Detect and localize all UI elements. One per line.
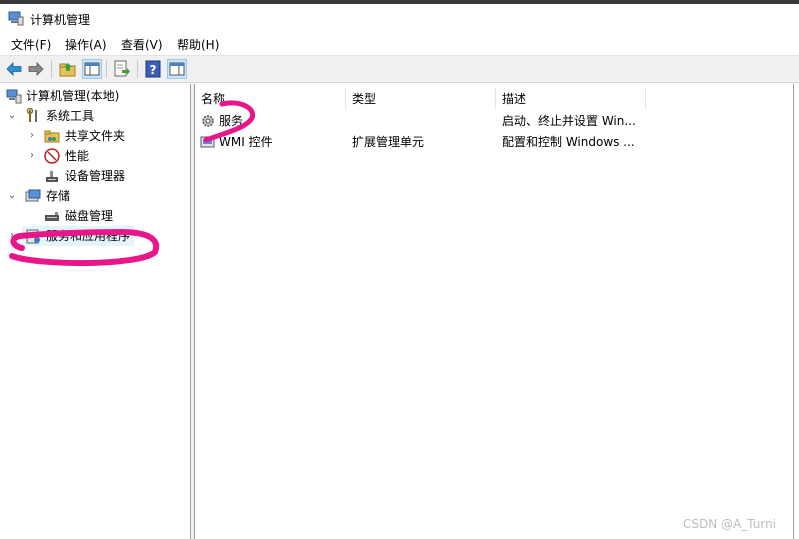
column-header-type[interactable]: 类型 bbox=[346, 88, 496, 110]
show-action-pane-icon bbox=[169, 62, 185, 76]
toolbar-separator bbox=[51, 60, 52, 78]
tree-label: 系统工具 bbox=[46, 109, 95, 123]
menu-bar: 文件(F) 操作(A) 查看(V) 帮助(H) bbox=[0, 32, 799, 54]
menu-action[interactable]: 操作(A) bbox=[65, 36, 107, 53]
tree-label: 设备管理器 bbox=[65, 169, 126, 183]
list-row-wmi[interactable]: WMI 控件 扩展管理单元 配置和控制 Windows ... bbox=[195, 132, 799, 152]
menu-help[interactable]: 帮助(H) bbox=[177, 36, 219, 53]
tree-label: 磁盘管理 bbox=[65, 209, 114, 223]
help-button[interactable]: ? bbox=[143, 59, 163, 79]
toolbar-separator bbox=[106, 60, 107, 78]
window-title: 计算机管理 bbox=[30, 13, 91, 27]
export-list-icon bbox=[114, 60, 130, 77]
tree-label: 服务和应用程序 bbox=[46, 229, 131, 243]
help-icon: ? bbox=[145, 60, 161, 78]
services-apps-icon bbox=[26, 229, 40, 244]
tree-item-system-tools[interactable]: ⌄ 系统工具 bbox=[0, 106, 190, 126]
list-cell-name: 服务 bbox=[219, 114, 244, 128]
gear-icon bbox=[202, 115, 214, 127]
tree-item-shared-folders[interactable]: › 共享文件夹 bbox=[0, 126, 190, 146]
chevron-down-icon[interactable]: ⌄ bbox=[7, 186, 17, 206]
column-header-name[interactable]: 名称 bbox=[195, 88, 346, 110]
tree-label: 性能 bbox=[65, 149, 90, 163]
show-hide-tree-icon bbox=[84, 62, 100, 76]
back-arrow-icon bbox=[6, 62, 22, 76]
list-cell-description: 配置和控制 Windows ... bbox=[502, 135, 635, 149]
column-header-description[interactable]: 描述 bbox=[496, 88, 646, 110]
up-level-button[interactable] bbox=[58, 59, 78, 79]
tree-item-performance[interactable]: › 性能 bbox=[0, 146, 190, 166]
shared-folder-icon bbox=[44, 130, 60, 143]
toolbar-separator bbox=[137, 60, 138, 78]
toolbar: ? bbox=[0, 56, 799, 83]
show-hide-tree-button[interactable] bbox=[82, 59, 102, 79]
tree-label: 共享文件夹 bbox=[65, 129, 126, 143]
wmi-control-icon bbox=[200, 136, 215, 148]
folder-up-icon bbox=[59, 63, 76, 77]
disk-management-icon bbox=[45, 212, 59, 221]
tree-pane: 计算机管理(本地) ⌄ 系统工具 › 共享文件夹 › 性能 设备管理器 ⌄ 存储… bbox=[0, 84, 191, 539]
list-cell-type: 扩展管理单元 bbox=[352, 135, 425, 149]
menu-file[interactable]: 文件(F) bbox=[11, 36, 51, 53]
list-row-services[interactable]: 服务 启动、终止并设置 Win... bbox=[195, 111, 799, 131]
performance-icon bbox=[44, 148, 60, 164]
list-header: 名称 类型 描述 bbox=[195, 88, 799, 110]
back-button[interactable] bbox=[4, 59, 24, 79]
show-action-pane-button[interactable] bbox=[167, 59, 187, 79]
tree-item-storage[interactable]: ⌄ 存储 bbox=[0, 186, 190, 206]
device-manager-icon bbox=[46, 171, 58, 182]
list-cell-description: 启动、终止并设置 Win... bbox=[502, 114, 636, 128]
chevron-right-icon[interactable]: › bbox=[7, 226, 17, 246]
tools-icon bbox=[26, 108, 37, 122]
list-pane: 名称 类型 描述 服务 启动、终止并设置 Win... WMI 控件 扩展管理单… bbox=[194, 84, 799, 539]
svg-text:?: ? bbox=[150, 63, 157, 77]
forward-arrow-icon bbox=[28, 62, 44, 76]
export-list-button[interactable] bbox=[112, 59, 132, 79]
computer-management-icon bbox=[8, 11, 24, 26]
tree-item-device-manager[interactable]: 设备管理器 bbox=[0, 166, 190, 186]
list-cell-name: WMI 控件 bbox=[219, 135, 273, 149]
forward-button[interactable] bbox=[26, 59, 46, 79]
chevron-right-icon[interactable]: › bbox=[27, 146, 37, 166]
chevron-right-icon[interactable]: › bbox=[27, 126, 37, 146]
tree-item-services-apps-chevron: › bbox=[0, 226, 14, 246]
watermark: CSDN @A_Turni bbox=[683, 517, 777, 531]
menu-view[interactable]: 查看(V) bbox=[121, 36, 163, 53]
title-bar: 计算机管理 bbox=[0, 4, 799, 32]
tree-label: 存储 bbox=[46, 189, 71, 203]
action-pane-border bbox=[793, 84, 794, 539]
computer-management-icon bbox=[6, 89, 22, 104]
tree-item-root[interactable]: 计算机管理(本地) bbox=[0, 86, 190, 106]
tree-item-services-apps[interactable]: 服务和应用程序 bbox=[22, 226, 134, 246]
storage-icon bbox=[25, 189, 41, 202]
tree-label: 计算机管理(本地) bbox=[26, 89, 120, 103]
tree-item-disk-management[interactable]: 磁盘管理 bbox=[0, 206, 190, 226]
chevron-down-icon[interactable]: ⌄ bbox=[7, 106, 17, 126]
